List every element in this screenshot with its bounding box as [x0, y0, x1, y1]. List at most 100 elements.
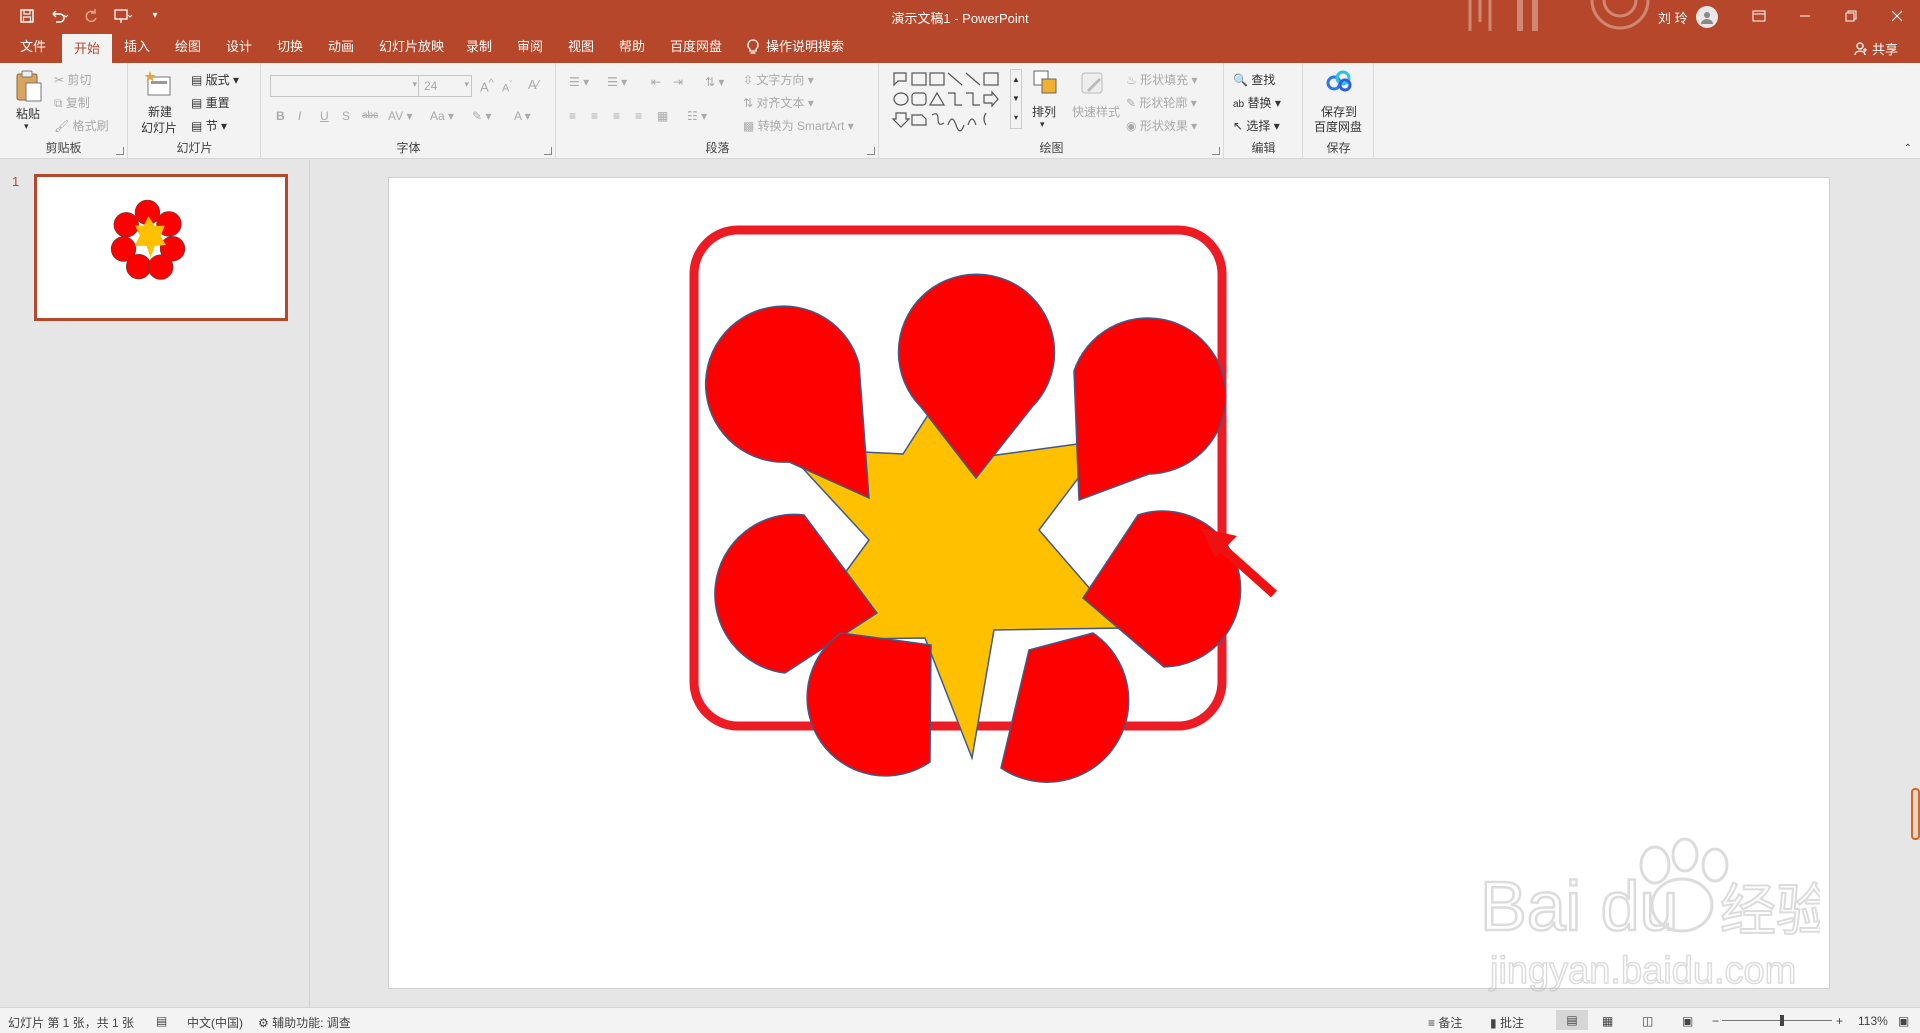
- clear-formatting-icon[interactable]: A∕: [528, 77, 539, 92]
- find-button[interactable]: 🔍 查找: [1233, 71, 1275, 88]
- replace-button[interactable]: ab 替换 ▾: [1233, 94, 1281, 111]
- avatar[interactable]: [1695, 6, 1718, 28]
- comments-button[interactable]: ▮ 批注: [1490, 1014, 1524, 1031]
- tab-draw[interactable]: 绘图: [171, 31, 205, 63]
- zoom-out-icon[interactable]: −: [1712, 1014, 1719, 1028]
- increase-indent-icon[interactable]: ⇥: [673, 75, 683, 89]
- zoom-slider[interactable]: [1722, 1020, 1832, 1021]
- font-name-combo[interactable]: ▾: [270, 75, 420, 97]
- arrange-icon[interactable]: [1032, 69, 1060, 97]
- highlight-icon[interactable]: ✎ ▾: [472, 109, 491, 123]
- accessibility-status[interactable]: ⚙ 辅助功能: 调查: [258, 1014, 351, 1031]
- bullets-icon[interactable]: ☰ ▾: [569, 75, 589, 89]
- cut-button[interactable]: ✂ 剪切: [54, 71, 91, 88]
- decrease-indent-icon[interactable]: ⇤: [651, 75, 661, 89]
- tab-view[interactable]: 视图: [564, 31, 598, 63]
- zoom-slider-thumb[interactable]: [1780, 1015, 1784, 1026]
- tab-record[interactable]: 录制: [462, 31, 496, 63]
- font-name-dropdown-icon[interactable]: ▾: [412, 79, 417, 90]
- layout-button[interactable]: ▤ 版式 ▾: [191, 71, 239, 88]
- petal[interactable]: [704, 305, 870, 500]
- smartart-button[interactable]: ▩ 转换为 SmartArt ▾: [743, 117, 854, 134]
- section-button[interactable]: ▤ 节 ▾: [191, 117, 227, 134]
- numbering-icon[interactable]: ☰ ▾: [607, 75, 627, 89]
- distributed-icon[interactable]: ▦: [657, 109, 668, 123]
- font-size-dropdown-icon[interactable]: ▾: [464, 79, 469, 90]
- tab-insert[interactable]: 插入: [120, 31, 154, 63]
- shrink-font-icon[interactable]: Aˇ: [502, 79, 512, 95]
- shape-fill-button[interactable]: ♨ 形状填充 ▾: [1126, 71, 1197, 88]
- change-case-icon[interactable]: Aa ▾: [430, 109, 454, 123]
- text-direction-button[interactable]: ⇳ 文字方向 ▾: [743, 71, 814, 88]
- italic-icon[interactable]: I: [298, 109, 301, 123]
- ribbon-display-icon[interactable]: [1736, 0, 1782, 31]
- slide-thumbnail[interactable]: [34, 174, 288, 321]
- close-icon[interactable]: [1874, 0, 1920, 31]
- tab-animations[interactable]: 动画: [324, 31, 358, 63]
- quick-styles-icon[interactable]: [1078, 69, 1108, 99]
- bold-icon[interactable]: B: [276, 109, 285, 123]
- char-spacing-icon[interactable]: AV ▾: [388, 109, 412, 123]
- new-slide-label-1[interactable]: 新建: [148, 103, 172, 120]
- collapse-ribbon-icon[interactable]: ⌃: [1904, 143, 1912, 154]
- petal[interactable]: [1000, 632, 1130, 783]
- petal[interactable]: [1073, 317, 1227, 502]
- align-left-icon[interactable]: ≡: [569, 109, 576, 123]
- reading-view-icon[interactable]: ◫: [1642, 1014, 1653, 1028]
- tell-me-search[interactable]: 操作说明搜索: [742, 31, 848, 63]
- slideshow-view-icon[interactable]: ▣: [1682, 1014, 1693, 1028]
- normal-view-icon[interactable]: ▤: [1556, 1010, 1588, 1030]
- grow-font-icon[interactable]: A^: [480, 77, 494, 94]
- shapes-scroll[interactable]: ▲ ▼ ▾: [1010, 69, 1022, 129]
- petal[interactable]: [806, 632, 932, 777]
- language-status[interactable]: 中文(中国): [187, 1014, 243, 1031]
- reset-button[interactable]: ▤ 重置: [191, 94, 230, 111]
- shapes-gallery[interactable]: [890, 69, 1010, 133]
- quick-styles-label[interactable]: 快速样式: [1072, 103, 1120, 120]
- font-color-icon[interactable]: A ▾: [514, 109, 531, 123]
- slide-sorter-icon[interactable]: ▦: [1602, 1014, 1613, 1028]
- new-slide-icon[interactable]: [144, 69, 174, 99]
- shape-outline-button[interactable]: ✎ 形状轮廓 ▾: [1126, 94, 1197, 111]
- paste-icon[interactable]: [14, 69, 44, 103]
- font-size-combo[interactable]: 24 ▾: [418, 75, 472, 97]
- align-right-icon[interactable]: ≡: [613, 109, 620, 123]
- format-painter-button[interactable]: 🖌 格式刷: [54, 117, 109, 134]
- spellcheck-icon[interactable]: ▤: [156, 1014, 167, 1028]
- shape-effects-button[interactable]: ◉ 形状效果 ▾: [1126, 117, 1197, 134]
- tab-slideshow[interactable]: 幻灯片放映: [375, 31, 448, 63]
- arrange-dropdown-icon[interactable]: ▾: [1040, 119, 1045, 130]
- line-spacing-icon[interactable]: ⇅ ▾: [705, 75, 724, 89]
- clipboard-launcher-icon[interactable]: [116, 147, 124, 155]
- restore-icon[interactable]: [1828, 0, 1874, 31]
- zoom-in-icon[interactable]: +: [1836, 1014, 1843, 1028]
- fit-to-window-icon[interactable]: ▣: [1898, 1014, 1909, 1028]
- copy-button[interactable]: ⧉ 复制: [54, 94, 90, 111]
- select-button[interactable]: ↖ 选择 ▾: [1233, 117, 1280, 134]
- columns-icon[interactable]: ☷ ▾: [687, 109, 707, 123]
- drawing-launcher-icon[interactable]: [1212, 147, 1220, 155]
- tab-help[interactable]: 帮助: [615, 31, 649, 63]
- paragraph-launcher-icon[interactable]: [867, 147, 875, 155]
- tab-file[interactable]: 文件: [16, 31, 50, 63]
- arrange-label[interactable]: 排列: [1032, 103, 1056, 120]
- underline-icon[interactable]: U: [320, 109, 329, 123]
- font-launcher-icon[interactable]: [544, 147, 552, 155]
- tab-transitions[interactable]: 切换: [273, 31, 307, 63]
- zoom-level[interactable]: 113%: [1858, 1014, 1888, 1028]
- save-to-label-2[interactable]: 百度网盘: [1314, 118, 1362, 135]
- new-slide-label-2[interactable]: 幻灯片: [141, 119, 177, 136]
- tab-home[interactable]: 开始: [62, 34, 113, 63]
- align-center-icon[interactable]: ≡: [591, 109, 598, 123]
- user-account[interactable]: 刘 玲: [1658, 6, 1718, 28]
- share-button[interactable]: 共享: [1854, 39, 1898, 58]
- justify-icon[interactable]: ≡: [635, 109, 642, 123]
- tab-baidu-netdisk[interactable]: 百度网盘: [666, 31, 726, 63]
- tab-review[interactable]: 审阅: [513, 31, 547, 63]
- tab-design[interactable]: 设计: [222, 31, 256, 63]
- paste-dropdown-icon[interactable]: ▾: [24, 121, 29, 132]
- paste-label[interactable]: 粘贴: [16, 105, 40, 122]
- minimize-icon[interactable]: [1782, 0, 1828, 31]
- text-shadow-icon[interactable]: S: [342, 109, 350, 123]
- notes-button[interactable]: ≡ 备注: [1428, 1014, 1462, 1031]
